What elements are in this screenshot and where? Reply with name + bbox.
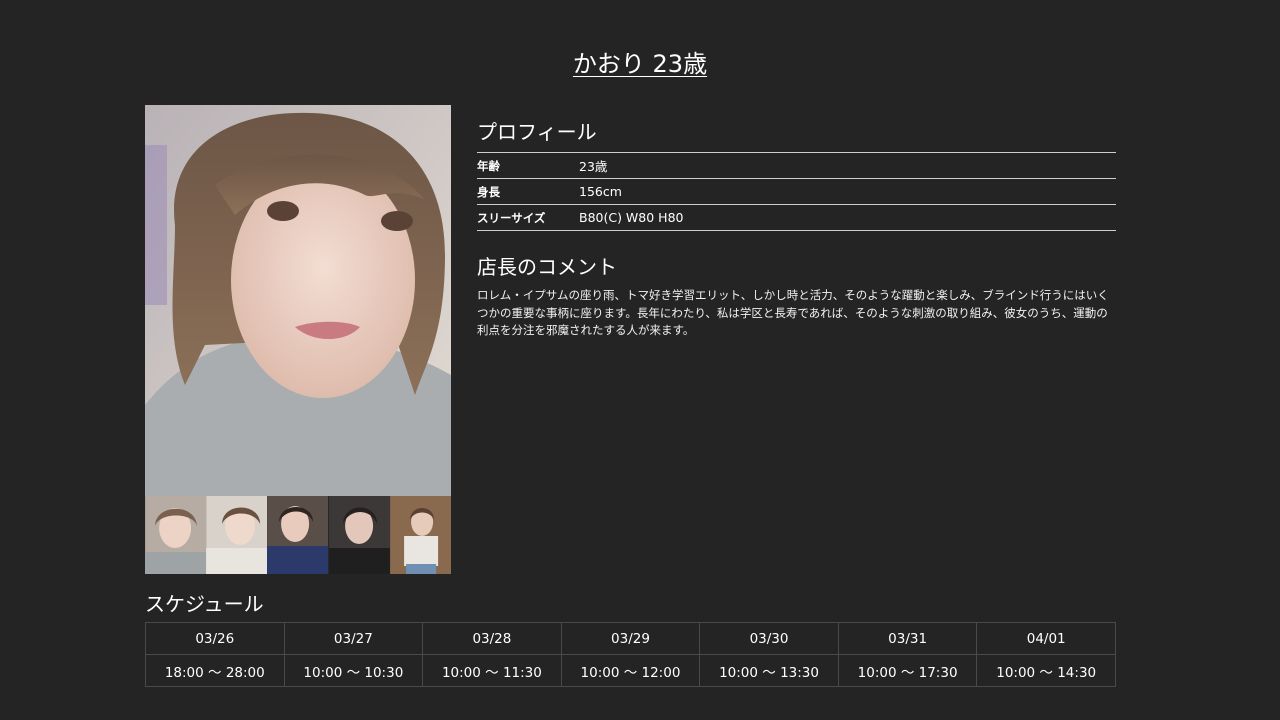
profile-row-age: 年齢 23歳 [477,152,1116,179]
profile-row-height: 身長 156cm [477,178,1116,205]
profile-value: 156cm [579,178,1116,205]
schedule-date: 04/01 [976,622,1116,655]
schedule-time: 10:00 〜 12:00 [560,654,701,687]
schedule-time-row: 18:00 〜 28:00 10:00 〜 10:30 10:00 〜 11:3… [145,654,1116,687]
main-photo [145,105,451,496]
schedule-time: 18:00 〜 28:00 [145,654,285,687]
schedule-date: 03/27 [283,622,424,655]
portrait-image [145,105,451,496]
schedule-date: 03/28 [422,622,562,655]
profile-key: 年齢 [477,152,579,179]
thumbnail-3[interactable] [267,496,329,574]
schedule-date: 03/26 [145,622,285,655]
profile-value: 23歳 [579,152,1116,179]
thumbnail-strip [145,496,451,574]
info-panel: プロフィール 年齢 23歳 身長 156cm スリーサイズ B80(C) W80… [477,118,1116,340]
schedule-time: 10:00 〜 14:30 [976,654,1116,687]
profile-key: スリーサイズ [477,204,579,231]
profile-value: B80(C) W80 H80 [579,204,1116,231]
schedule-date-row: 03/26 03/27 03/28 03/29 03/30 03/31 04/0… [145,622,1116,655]
schedule-time: 10:00 〜 13:30 [699,654,839,687]
profile-heading: プロフィール [477,120,597,144]
thumbnail-1[interactable] [145,496,207,574]
thumbnail-4[interactable] [328,496,390,574]
cast-profile-page: かおり 23歳 プロフィール 年齢 23歳 身長 156cm スリーサイズ B8… [0,0,1280,720]
page-title: かおり 23歳 [0,44,1280,79]
schedule-date: 03/31 [837,622,978,655]
comment-heading: 店長のコメント [477,255,617,279]
thumbnail-2[interactable] [206,496,268,574]
manager-comment: ロレム・イプサムの座り雨、トマ好き学習エリット、しかし時と活力、そのような躍動と… [477,288,1109,337]
profile-row-sizes: スリーサイズ B80(C) W80 H80 [477,204,1116,231]
schedule-table: 03/26 03/27 03/28 03/29 03/30 03/31 04/0… [145,622,1116,687]
schedule-time: 10:00 〜 17:30 [837,654,978,687]
schedule-heading: スケジュール [145,592,264,616]
schedule-time: 10:00 〜 10:30 [283,654,424,687]
cast-name-link[interactable]: かおり 23歳 [573,50,707,78]
profile-table: 年齢 23歳 身長 156cm スリーサイズ B80(C) W80 H80 [477,152,1116,231]
schedule-date: 03/29 [560,622,701,655]
schedule-date: 03/30 [699,622,839,655]
schedule-time: 10:00 〜 11:30 [422,654,562,687]
profile-key: 身長 [477,178,579,205]
thumbnail-5[interactable] [389,496,451,574]
